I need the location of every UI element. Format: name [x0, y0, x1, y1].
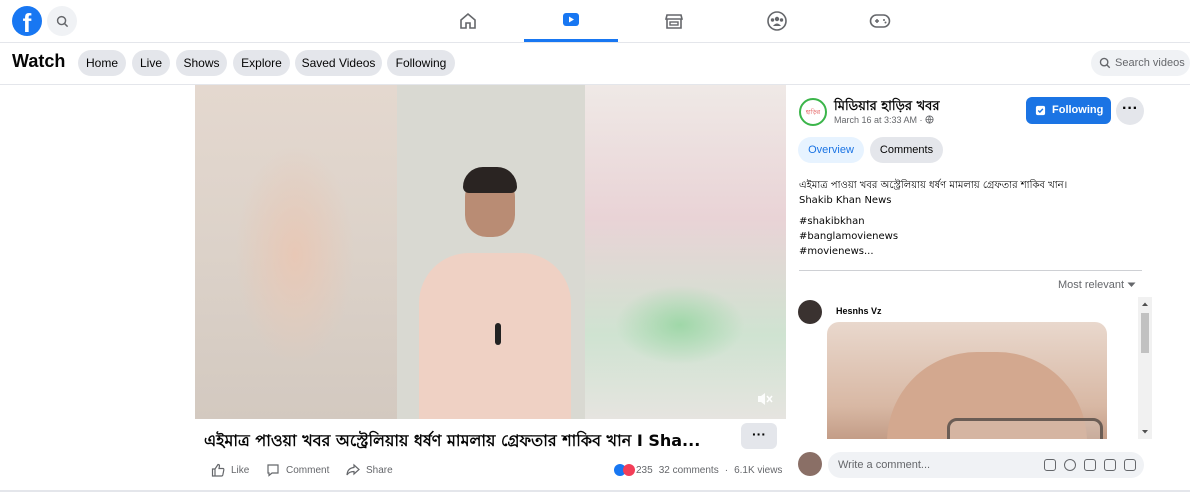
watch-tab-explore[interactable]: Explore: [233, 50, 290, 76]
watch-tab-live[interactable]: Live: [132, 50, 170, 76]
love-reaction-icon: [623, 464, 635, 476]
hashtag-link[interactable]: #banglamovienews: [799, 231, 898, 242]
home-icon: [460, 12, 476, 29]
video-stats: 235 32 comments · 6.1K views: [614, 464, 782, 476]
avatar-sticker-icon[interactable]: [1044, 459, 1056, 471]
marketplace-icon: [664, 14, 684, 29]
reactions-count: 235: [636, 464, 653, 476]
share-button[interactable]: Share: [346, 463, 393, 477]
separator: ·: [724, 464, 729, 476]
video-blurred-right: [585, 85, 786, 419]
mute-icon[interactable]: [756, 391, 774, 407]
nav-tab-marketplace[interactable]: [627, 0, 721, 42]
search-placeholder: Search videos: [1115, 57, 1185, 69]
hashtag-link[interactable]: #shakibkhan: [799, 216, 865, 227]
reactions[interactable]: 235: [614, 464, 653, 476]
search-videos-input[interactable]: Search videos: [1091, 50, 1190, 76]
composer-icons: [1044, 459, 1136, 471]
like-button[interactable]: Like: [211, 463, 249, 477]
scroll-up-icon[interactable]: [1138, 299, 1152, 309]
video-player[interactable]: [195, 85, 786, 419]
comment-label: Comment: [286, 464, 330, 476]
post-date: March 16 at 3:33 AM ·: [834, 115, 926, 125]
groups-icon: [767, 11, 787, 31]
scrollbar-thumb[interactable]: [1141, 313, 1149, 353]
like-icon: [211, 463, 225, 477]
commenter-avatar[interactable]: [798, 300, 822, 324]
nav-tab-watch[interactable]: [524, 0, 618, 42]
current-user-avatar[interactable]: [798, 452, 822, 476]
video-title: এইমাত্র পাওয়া খবর অস্ট্রেলিয়ায় ধর্ষণ …: [204, 431, 701, 450]
page-title: Watch: [12, 51, 66, 71]
gaming-icon: [869, 14, 891, 28]
scroll-down-icon[interactable]: [1138, 427, 1152, 437]
commenter-name[interactable]: Hesnhs Vz: [836, 306, 882, 316]
facebook-logo[interactable]: f: [12, 6, 42, 36]
views-count: 6.1K views: [734, 464, 783, 476]
watch-tab-shows[interactable]: Shows: [176, 50, 227, 76]
video-sidebar: হাড়ির মিডিয়ার হাড়ির খবর March 16 at 3…: [786, 85, 1190, 492]
comment-composer: Write a comment...: [798, 452, 1144, 478]
tab-comments[interactable]: Comments: [870, 137, 943, 163]
comment-icon: [267, 464, 279, 477]
page-avatar[interactable]: হাড়ির: [799, 98, 827, 126]
description-subtitle: Shakib Khan News: [799, 195, 892, 206]
write-comment-input[interactable]: Write a comment...: [828, 452, 1144, 478]
emoji-icon[interactable]: [1064, 459, 1076, 471]
video-blurred-left: [195, 85, 397, 419]
sort-label: Most relevant: [1058, 279, 1125, 291]
comment-button[interactable]: Comment: [266, 463, 329, 477]
post-description: এইমাত্র পাওয়া খবর অস্ট্রেলিয়ায় ধর্ষণ …: [799, 178, 1067, 208]
like-label: Like: [231, 464, 250, 476]
comment-sort-dropdown[interactable]: Most relevant: [1058, 279, 1136, 291]
sidebar-more-button[interactable]: ···: [1116, 97, 1144, 125]
following-label: Following: [1052, 104, 1104, 116]
video-more-button[interactable]: ···: [741, 423, 777, 449]
description-line: এইমাত্র পাওয়া খবর অস্ট্রেলিয়ায় ধর্ষণ …: [799, 180, 1068, 191]
share-icon: [346, 463, 360, 476]
nav-tab-groups[interactable]: [730, 0, 824, 42]
write-placeholder: Write a comment...: [838, 459, 931, 471]
following-check-icon: [1035, 105, 1046, 116]
watch-tab-home[interactable]: Home: [78, 50, 126, 76]
watch-icon: [563, 12, 579, 26]
watch-tab-saved-videos[interactable]: Saved Videos: [295, 50, 382, 76]
comments-count[interactable]: 32 comments: [659, 465, 719, 476]
comment-gif[interactable]: [827, 322, 1107, 439]
watch-tab-following[interactable]: Following: [387, 50, 455, 76]
main-content: এইমাত্র পাওয়া খবর অস্ট্রেলিয়ায় ধর্ষণ …: [0, 85, 1190, 492]
tab-overview[interactable]: Overview: [798, 137, 864, 163]
divider: [799, 270, 1142, 271]
comments-list: Hesnhs Vz: [786, 296, 1156, 439]
nav-tab-gaming[interactable]: [833, 0, 927, 42]
share-label: Share: [366, 464, 393, 476]
presenter-hair: [463, 167, 517, 193]
chevron-down-icon: [1127, 282, 1136, 287]
sticker-icon[interactable]: [1124, 459, 1136, 471]
search-icon: [1099, 57, 1111, 69]
gif-icon[interactable]: [1104, 459, 1116, 471]
top-navigation-bar: f: [0, 0, 1190, 43]
hashtag-link[interactable]: #movienews...: [799, 246, 874, 257]
nav-tab-home[interactable]: [421, 0, 515, 42]
camera-icon[interactable]: [1084, 459, 1096, 471]
post-timestamp[interactable]: March 16 at 3:33 AM ·: [834, 115, 934, 125]
search-icon: [56, 15, 68, 27]
globe-icon: [925, 115, 934, 124]
video-frame: [397, 85, 585, 419]
comments-scrollbar[interactable]: [1138, 297, 1152, 439]
lapel-mic: [495, 323, 501, 345]
watch-subnav: Watch Home Live Shows Explore Saved Vide…: [0, 43, 1190, 85]
search-button[interactable]: [47, 6, 77, 36]
following-button[interactable]: Following: [1026, 97, 1111, 124]
